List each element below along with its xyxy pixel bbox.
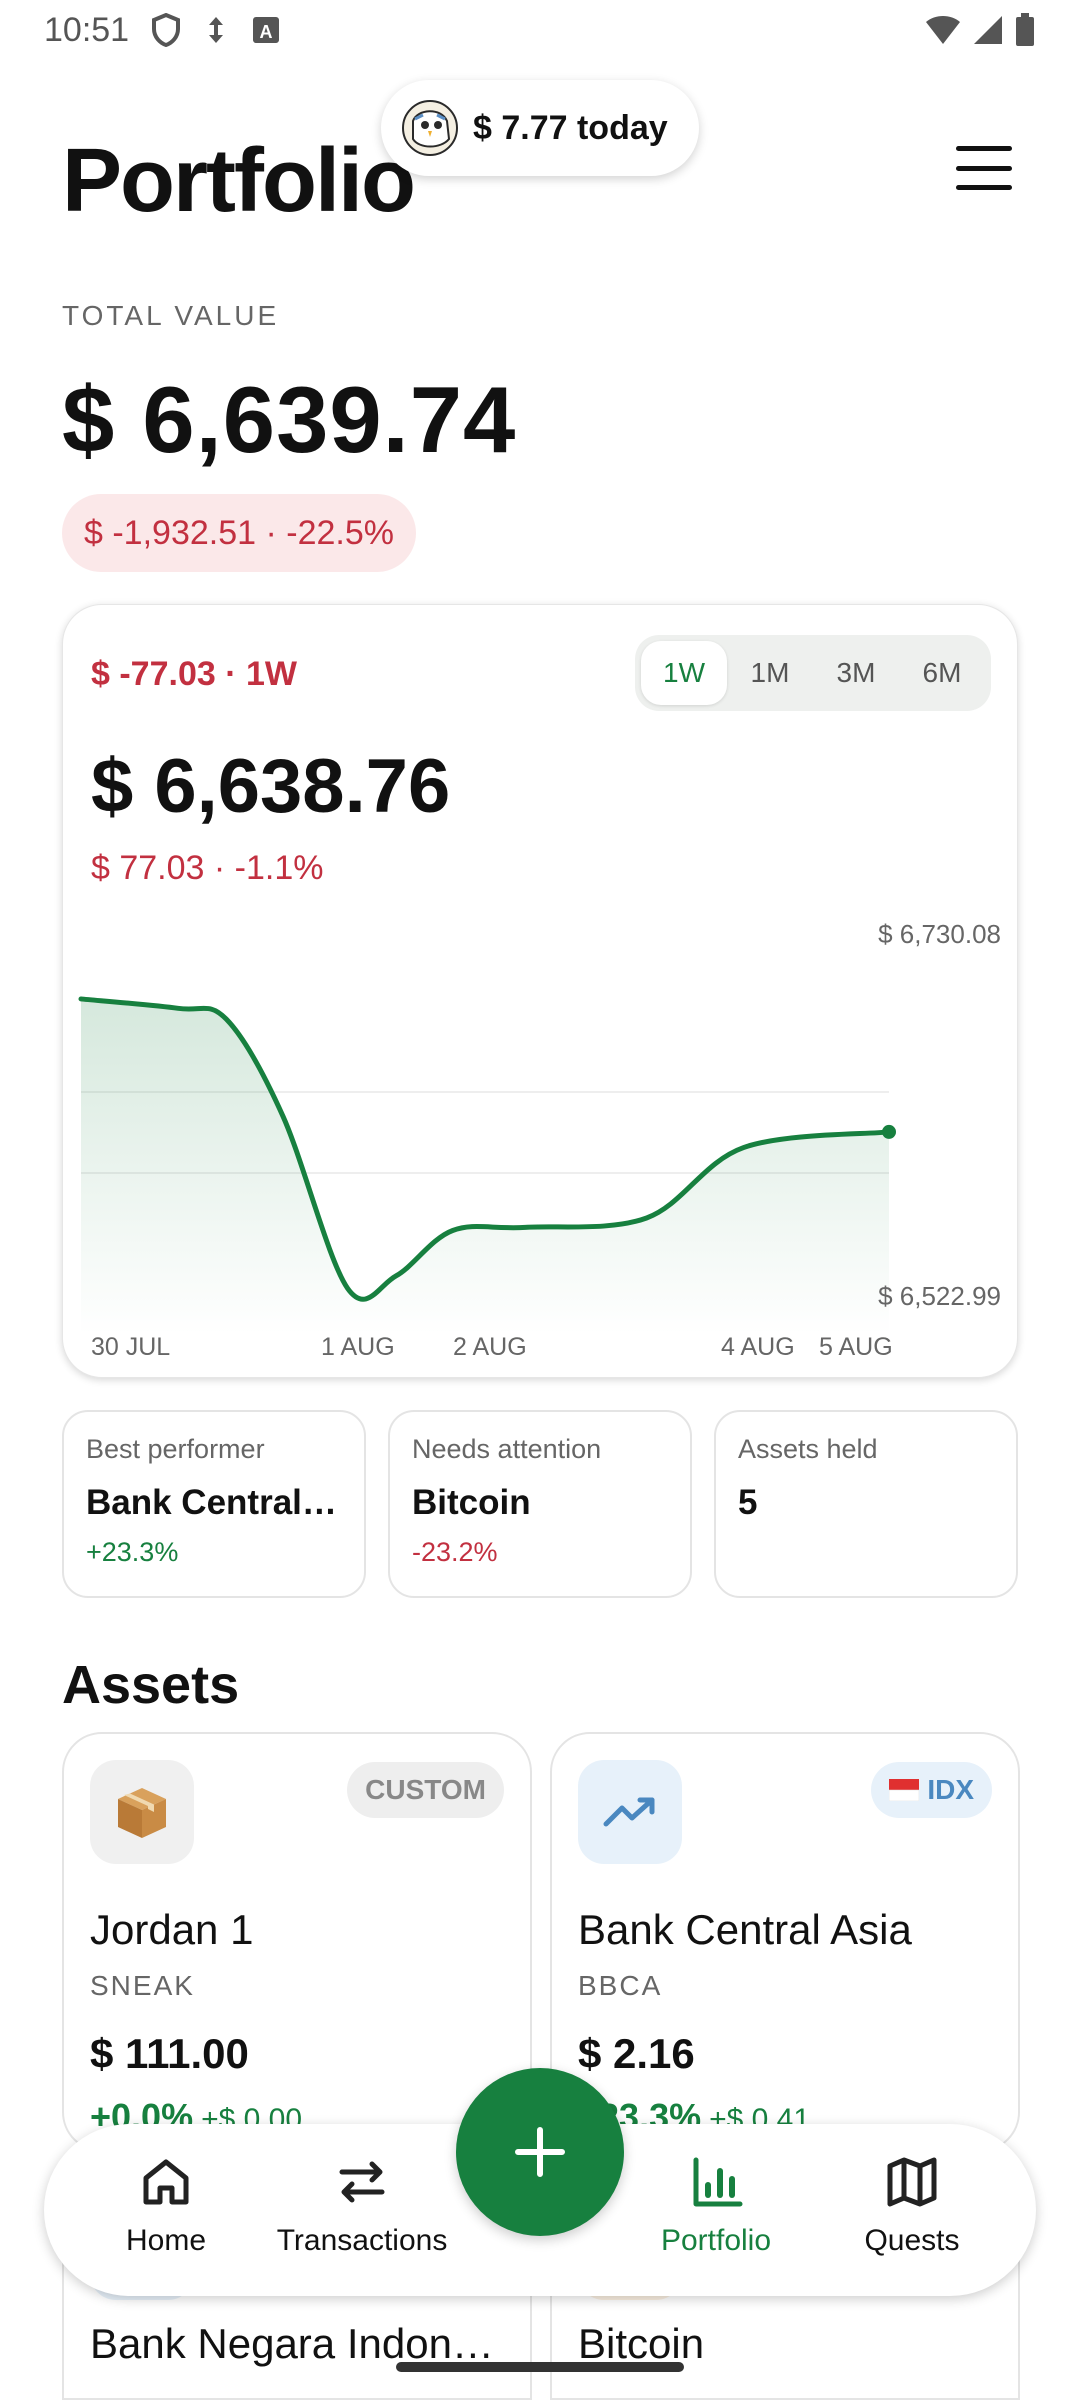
bar-chart-icon [693, 2157, 743, 2207]
nav-item-home[interactable]: Home [66, 2154, 266, 2258]
shield-icon [152, 13, 181, 47]
home-icon [143, 2159, 189, 2205]
range-tab-1w[interactable]: 1W [641, 641, 727, 705]
y-axis-min-label: $ 6,522.99 [878, 1281, 1001, 1311]
stat-value: 5 [738, 1483, 758, 1522]
asset-card-bank-central-asia[interactable]: IDX Bank Central Asia BBCA $ 2.16 +23.3%… [550, 1732, 1020, 2152]
nav-item-quests[interactable]: Quests [812, 2154, 1012, 2258]
y-axis-max-label: $ 6,730.08 [878, 919, 1001, 949]
total-value-label: TOTAL VALUE [62, 300, 280, 331]
map-icon [887, 2157, 937, 2207]
stat-label: Assets held [738, 1434, 878, 1464]
data-saver-icon [209, 17, 224, 43]
stat-label: Best performer [86, 1434, 265, 1464]
asset-badge: CUSTOM [347, 1762, 504, 1818]
needs-attention-card[interactable]: Needs attention Bitcoin -23.2% [388, 1410, 692, 1598]
asset-name: Bank Central Asia [578, 1906, 912, 1953]
home-indicator[interactable] [396, 2362, 684, 2372]
status-time: 10:51 [44, 10, 130, 49]
total-value: $ 6,639.74 [62, 367, 517, 472]
nav-label: Quests [864, 2224, 960, 2257]
transfer-icon [339, 2161, 385, 2203]
plus-icon [515, 2127, 565, 2177]
asset-card-jordan-1[interactable]: CUSTOM Jordan 1 SNEAK $ 111.00 +0.0% +$ 0… [62, 1732, 532, 2152]
period-change: $ -77.03 · 1W [91, 655, 297, 693]
asset-price: $ 111.00 [90, 2030, 249, 2077]
assets-section-title: Assets [62, 1655, 240, 1715]
mascot-icon [402, 100, 458, 156]
keyboard-icon: A [253, 17, 280, 43]
performance-chart-card: $ -77.03 · 1W 1W 1M 3M 6M $ 6,638.76 $ 7… [62, 604, 1018, 1378]
page-title: Portfolio [62, 131, 416, 231]
chart-current-value: $ 6,638.76 [91, 744, 451, 829]
best-performer-card[interactable]: Best performer Bank Central Asia +23.3% [62, 1410, 366, 1598]
chart-area [81, 998, 889, 1335]
nav-label: Home [125, 2224, 207, 2257]
stat-value: Bank Central Asia [86, 1483, 342, 1522]
stat-delta: +23.3% [86, 1537, 179, 1567]
chart-sub-change: $ 77.03 · -1.1% [91, 849, 324, 887]
menu-icon[interactable] [956, 146, 1012, 190]
wifi-icon [926, 16, 960, 44]
asset-name: Bitcoin [578, 2320, 705, 2367]
nav-item-transactions[interactable]: Transactions [262, 2154, 462, 2258]
today-gain-text: $ 7.77 today [473, 108, 668, 147]
asset-name: Bank Negara Indonesia [90, 2320, 510, 2367]
stat-label: Needs attention [412, 1434, 602, 1464]
stat-delta: -23.2% [412, 1537, 498, 1567]
asset-badge-text: IDX [927, 1774, 974, 1805]
status-bar: 10:51 A [0, 0, 1080, 60]
asset-badge: IDX [871, 1762, 992, 1818]
indonesia-flag-icon [889, 1779, 920, 1801]
asset-badge-text: CUSTOM [365, 1774, 486, 1805]
range-tab-6m[interactable]: 6M [899, 641, 985, 705]
x-tick-label: 4 AUG [721, 1333, 795, 1361]
nav-item-portfolio[interactable]: Portfolio [616, 2154, 816, 2258]
nav-label: Portfolio [660, 2224, 772, 2257]
assets-held-card[interactable]: Assets held 5 [714, 1410, 1018, 1598]
asset-price: $ 2.16 [578, 2030, 695, 2077]
today-gain-pill[interactable]: $ 7.77 today [381, 80, 699, 176]
battery-icon [1016, 13, 1034, 46]
asset-ticker: BBCA [578, 1970, 663, 2001]
asset-ticker: SNEAK [90, 1970, 195, 2001]
range-tab-3m[interactable]: 3M [813, 641, 899, 705]
total-change-badge: $ -1,932.51 · -22.5% [62, 494, 416, 572]
x-tick-label: 30 JUL [91, 1333, 171, 1361]
total-change-text: $ -1,932.51 · -22.5% [84, 513, 394, 552]
nav-label: Transactions [276, 2224, 448, 2257]
add-button[interactable] [456, 2068, 624, 2236]
signal-icon [974, 16, 1002, 44]
package-icon [90, 1760, 194, 1864]
x-tick-label: 2 AUG [453, 1333, 527, 1361]
svg-text:A: A [260, 22, 273, 42]
x-tick-label: 1 AUG [321, 1333, 395, 1361]
range-tabs: 1W 1M 3M 6M [635, 635, 991, 711]
line-chart[interactable] [63, 895, 1019, 1335]
stat-value: Bitcoin [412, 1483, 531, 1522]
x-tick-label: 5 AUG [819, 1333, 893, 1361]
chart-last-point [882, 1124, 896, 1139]
asset-name: Jordan 1 [90, 1906, 254, 1953]
trending-up-icon [578, 1760, 682, 1864]
range-tab-1m[interactable]: 1M [727, 641, 813, 705]
